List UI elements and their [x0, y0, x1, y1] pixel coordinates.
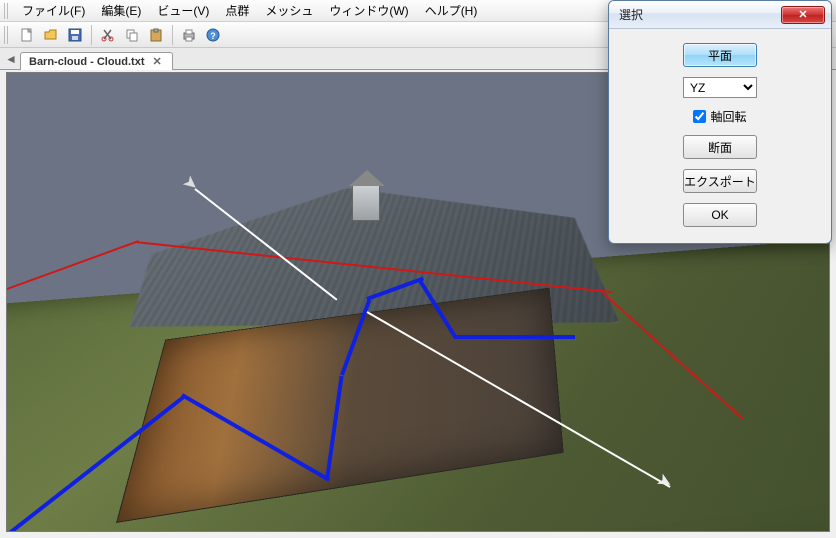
toolbar-grip: [4, 26, 10, 44]
toolbar-separator-2: [172, 25, 173, 45]
axis-select[interactable]: YZ: [683, 77, 757, 98]
menu-help[interactable]: ヘルプ(H): [417, 0, 486, 21]
close-icon: ✕: [798, 8, 807, 21]
print-button[interactable]: [178, 24, 200, 46]
open-button[interactable]: [40, 24, 62, 46]
section-button[interactable]: 断面: [683, 135, 757, 159]
axis-rotate-checkbox[interactable]: 軸回転: [693, 108, 746, 125]
tab-close-button[interactable]: ✕: [151, 55, 164, 68]
dialog-close-button[interactable]: ✕: [781, 6, 825, 24]
axis-rotate-input[interactable]: [693, 110, 706, 123]
menu-mesh[interactable]: メッシュ: [257, 0, 321, 21]
axis-rotate-label: 軸回転: [710, 108, 746, 125]
paste-icon: [148, 27, 164, 43]
print-icon: [181, 27, 197, 43]
selection-dialog: 選択 ✕ 平面 YZ 軸回転 断面 エクスポート OK: [608, 0, 832, 244]
open-folder-icon: [43, 27, 59, 43]
copy-button[interactable]: [121, 24, 143, 46]
barn-cupola: [352, 183, 380, 221]
menu-view[interactable]: ビュー(V): [149, 0, 217, 21]
svg-text:?: ?: [210, 31, 216, 41]
menubar-grip: [4, 3, 10, 19]
save-button[interactable]: [64, 24, 86, 46]
help-button[interactable]: ?: [202, 24, 224, 46]
cut-icon: [100, 27, 116, 43]
menu-points[interactable]: 点群: [217, 0, 257, 21]
tab-active[interactable]: Barn-cloud - Cloud.txt ✕: [20, 52, 173, 70]
section-boundary-red: [7, 240, 139, 289]
tab-scroll-left[interactable]: ◄: [4, 52, 18, 66]
new-file-icon: [19, 27, 35, 43]
menu-edit[interactable]: 編集(E): [93, 0, 149, 21]
copy-icon: [124, 27, 140, 43]
dialog-body: 平面 YZ 軸回転 断面 エクスポート OK: [609, 29, 831, 243]
dialog-titlebar[interactable]: 選択 ✕: [609, 1, 831, 29]
menu-file[interactable]: ファイル(F): [14, 0, 93, 21]
save-icon: [67, 27, 83, 43]
plane-button[interactable]: 平面: [683, 43, 757, 67]
ok-button[interactable]: OK: [683, 203, 757, 227]
section-plane-blue: [455, 335, 575, 339]
export-button[interactable]: エクスポート: [683, 169, 757, 193]
dialog-title: 選択: [619, 6, 781, 23]
toolbar-separator: [91, 25, 92, 45]
new-file-button[interactable]: [16, 24, 38, 46]
help-icon: ?: [205, 27, 221, 43]
tab-title: Barn-cloud - Cloud.txt: [29, 56, 145, 68]
cut-button[interactable]: [97, 24, 119, 46]
paste-button[interactable]: [145, 24, 167, 46]
menu-window[interactable]: ウィンドウ(W): [321, 0, 416, 21]
